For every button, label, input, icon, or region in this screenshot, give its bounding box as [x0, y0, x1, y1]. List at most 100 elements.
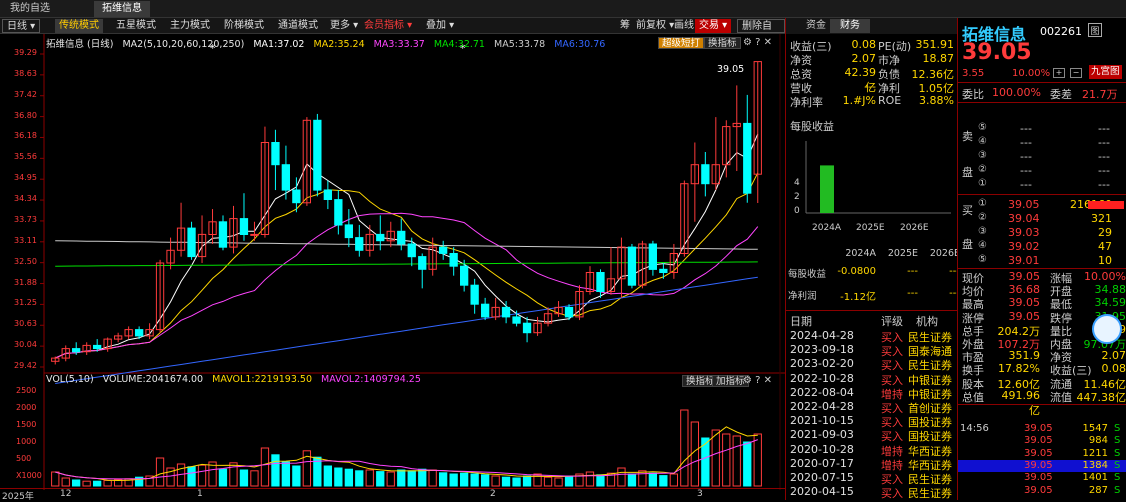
- volume-bar: [281, 461, 291, 487]
- candle-body: [659, 268, 668, 274]
- eps-header: 2024A: [845, 248, 876, 259]
- divider: [786, 310, 958, 311]
- overlay-menu[interactable]: 叠加 ▾: [422, 19, 458, 33]
- sell-price: ---: [1020, 150, 1032, 163]
- volume-bar: [187, 466, 196, 487]
- mode-traditional[interactable]: 传统模式: [55, 19, 103, 33]
- volume-bar: [617, 467, 626, 487]
- volume-bar: [260, 447, 270, 487]
- volume-bar: [680, 409, 689, 487]
- tick-price: 39.05: [1024, 435, 1053, 447]
- volume-bar: [292, 465, 301, 487]
- volume-tick-label: 1500: [16, 420, 37, 429]
- eps-year: 2025E: [856, 223, 885, 233]
- jiugong-button[interactable]: 九宫图: [1089, 65, 1122, 79]
- volume-bar: [334, 467, 343, 487]
- eps-header: 2025E: [887, 248, 918, 259]
- price-tick-label: 29.42: [14, 361, 37, 370]
- volume-bar: [365, 469, 374, 487]
- candle-body: [250, 233, 259, 236]
- tick-volume: 287: [1088, 484, 1108, 496]
- mavol1-line: [55, 426, 758, 482]
- draw-line-button[interactable]: 画线: [670, 19, 698, 33]
- buy-volume-bar: [1088, 201, 1124, 209]
- mavol1-value: MAVOL1:2219193.50: [212, 374, 312, 385]
- tab-finance[interactable]: 财务: [830, 19, 870, 33]
- help-icon[interactable]: ?: [755, 375, 760, 386]
- candle-body: [407, 243, 416, 258]
- fin-value: 2.07: [851, 52, 877, 65]
- stat-value: 34.88: [1094, 283, 1126, 297]
- candle-body: [93, 344, 102, 350]
- sell-level: ⑤: [978, 122, 987, 133]
- help-icon[interactable]: ?: [755, 37, 760, 48]
- minus-icon[interactable]: −: [1070, 68, 1082, 78]
- switch-indicator-button[interactable]: 换指标: [704, 37, 741, 49]
- fin-value: ---: [864, 80, 876, 93]
- mode-main[interactable]: 主力模式: [166, 19, 214, 33]
- sell-level: ③: [978, 150, 987, 161]
- candle-body: [218, 221, 228, 248]
- more-menu[interactable]: 更多 ▾: [326, 19, 362, 33]
- volume-bar: [659, 475, 668, 487]
- trade-button[interactable]: 交易 ▾: [695, 19, 732, 33]
- period-select[interactable]: 日线 ▾: [2, 19, 41, 33]
- price-tick-label: 30.63: [14, 319, 37, 329]
- member-indicators-menu[interactable]: 会员指标 ▾: [360, 19, 416, 33]
- eps-year: 2026E: [900, 223, 929, 233]
- rating-date: 2020-10-28: [790, 442, 854, 456]
- gear-icon[interactable]: ⚙: [743, 37, 752, 48]
- eps-bar-2024A: [820, 165, 834, 213]
- buy-level: ①: [978, 198, 987, 209]
- buy-volume: 29: [1098, 226, 1112, 239]
- eps-cell: ---: [949, 266, 960, 277]
- vol-panel-controls[interactable]: ⚙ ? ✕: [743, 375, 772, 386]
- volume-bar: [72, 479, 81, 487]
- volume-tick-label: 2000: [16, 403, 37, 412]
- close-icon[interactable]: ✕: [764, 37, 772, 48]
- mode-channel[interactable]: 通道模式: [274, 19, 322, 33]
- fin-value: 3.88%: [919, 94, 954, 107]
- chart-stock-name: 拓维信息 (日线): [46, 39, 114, 50]
- buy-level: ④: [978, 240, 987, 251]
- quote-change-pct: 10.00%: [1012, 68, 1051, 79]
- sell-price: ---: [1020, 136, 1032, 149]
- candle-body: [481, 303, 490, 318]
- rating-org[interactable]: 民生证券: [908, 485, 952, 501]
- price-tick-label: 33.11: [14, 235, 37, 245]
- rating-value: 买入: [881, 487, 903, 501]
- close-icon[interactable]: ✕: [764, 375, 772, 386]
- volume-legend: VOL(5,10) VOLUME:2041674.00 MAVOL1:22191…: [46, 374, 427, 386]
- eps-year: 2024A: [812, 223, 842, 233]
- divider: [958, 102, 1126, 103]
- eps-cell: ---: [949, 288, 960, 299]
- sell-level: ④: [978, 136, 987, 147]
- plus-icon[interactable]: +: [1053, 68, 1065, 78]
- mode-fivestar[interactable]: 五星模式: [112, 19, 160, 33]
- mode-ladder[interactable]: 阶梯模式: [220, 19, 268, 33]
- volume-bar: [155, 457, 165, 487]
- tab-watchlist[interactable]: 我的自选: [2, 1, 58, 17]
- ma-params: MA2(5,10,20,60,120,250): [122, 39, 245, 50]
- candle-body: [512, 316, 521, 324]
- volume-bar: [250, 470, 259, 487]
- kline-chart-svg[interactable]: * *: [0, 34, 785, 500]
- volume-bar: [522, 475, 532, 487]
- floating-assistant-icon[interactable]: [1092, 314, 1122, 344]
- tab-stock[interactable]: 拓维信息: [94, 1, 150, 17]
- chart-icon[interactable]: 图: [1088, 23, 1102, 37]
- mavol2-value: MAVOL2:1409794.25: [321, 374, 421, 385]
- rating-date: 2020-07-15: [790, 471, 854, 484]
- quote-stock-code: 002261: [1040, 25, 1082, 38]
- ma6-value: MA6:30.76: [554, 39, 606, 50]
- stat-value: 34.59: [1094, 296, 1126, 310]
- panel-controls[interactable]: ⚙ ? ✕: [743, 37, 772, 48]
- delete-watch-button[interactable]: 删除自选: [737, 19, 785, 46]
- volume-bar: [732, 435, 741, 487]
- candle-body: [323, 189, 333, 200]
- buy-level: ③: [978, 226, 987, 237]
- tick-volume: 1211: [1082, 447, 1108, 459]
- super-toptop-button[interactable]: 超级短打: [658, 37, 705, 49]
- gear-icon[interactable]: ⚙: [743, 375, 752, 386]
- eps-cell: -0.0800: [837, 266, 876, 277]
